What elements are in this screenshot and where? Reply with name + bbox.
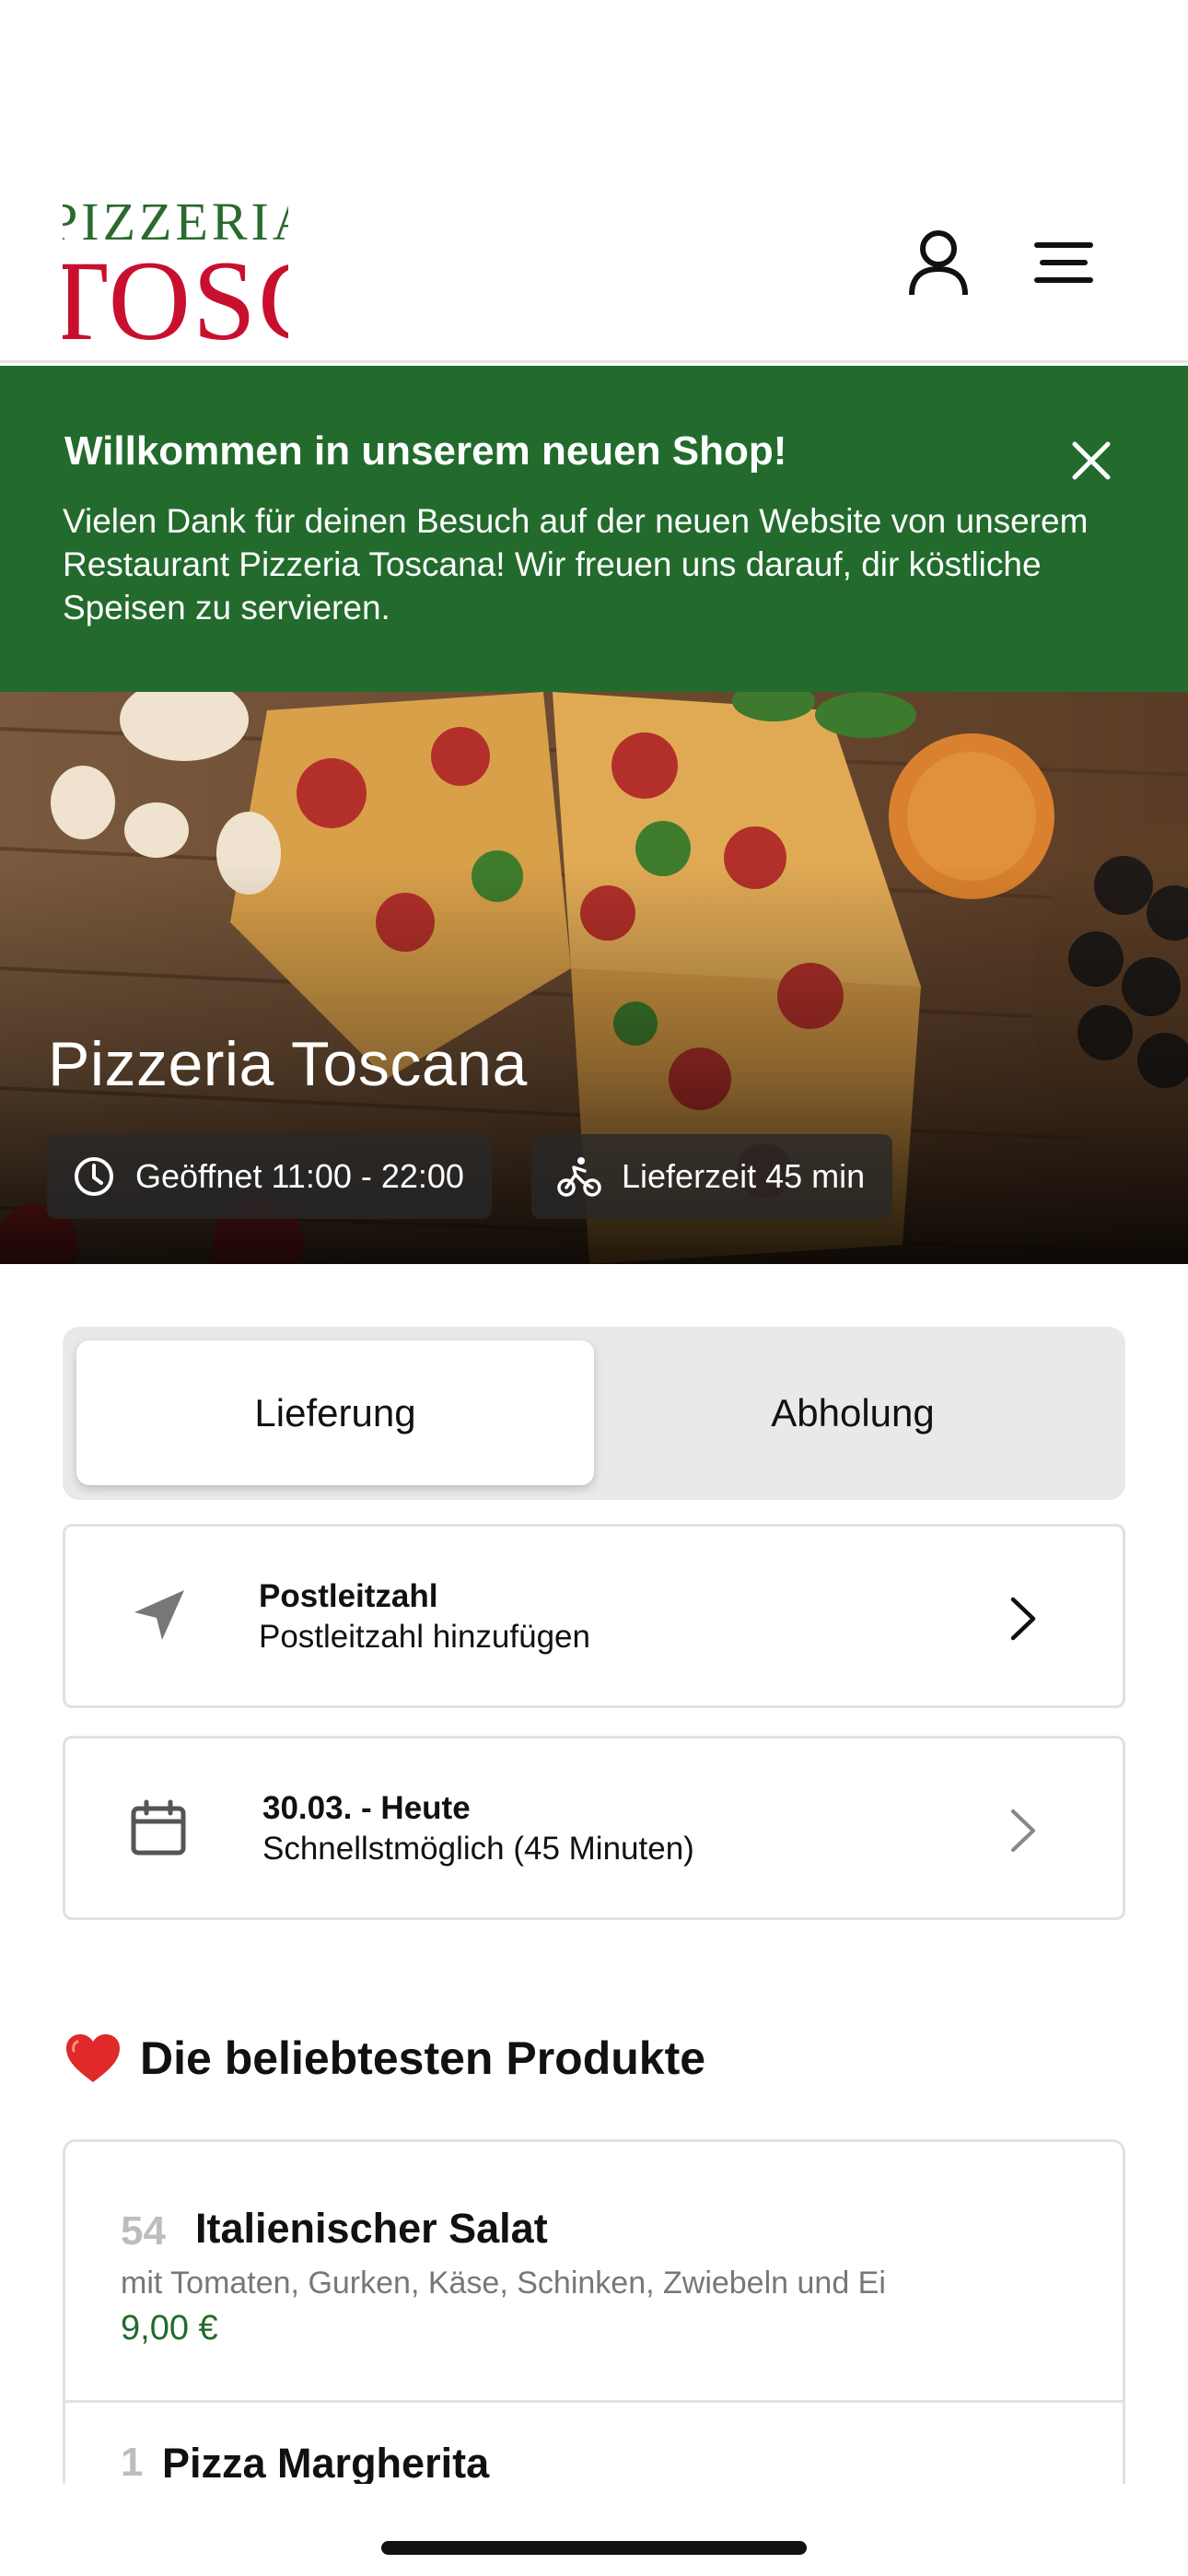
product-description: mit Tomaten, Gurken, Käse, Schinken, Zwi… [121,2266,886,2301]
user-icon [909,230,968,296]
product-price: 9,00 € [121,2309,218,2348]
postcode-selector[interactable]: Postleitzahl Postleitzahl hinzufügen [63,1524,1125,1708]
delivery-time-text: Lieferzeit 45 min [622,1157,866,1195]
postcode-subtitle: Postleitzahl hinzufügen [259,1619,590,1655]
menu-button[interactable] [1022,221,1105,304]
opening-hours-badge: Geöffnet 11:00 - 22:00 [47,1134,492,1219]
chevron-right-icon [996,1803,1051,1858]
welcome-banner: Willkommen in unserem neuen Shop! Vielen… [0,366,1188,692]
date-title: 30.03. - Heute [262,1790,471,1826]
banner-text: Vielen Dank für deinen Besuch auf der ne… [63,502,1089,626]
logo-bottom-text: TOSCANA [63,238,288,346]
date-subtitle: Schnellstmöglich (45 Minuten) [262,1831,694,1867]
hero-image: Pizzeria Toscana Geöffnet 11:00 - 22:00 … [0,692,1188,1264]
account-button[interactable] [897,221,980,304]
product-item[interactable]: 54 Italienischer Salat mit Tomaten, Gurk… [65,2142,1123,2403]
close-icon [1072,441,1111,480]
hamburger-menu-icon [1034,242,1093,283]
order-mode-toggle: Lieferung Abholung [63,1327,1125,1500]
product-number: 1 [121,2440,144,2485]
product-name: Pizza Margherita [162,2440,490,2487]
popular-products-title: Die beliebtesten Produkte [140,2032,706,2084]
popular-products-heading: Die beliebtesten Produkte [64,2032,705,2085]
restaurant-name: Pizzeria Toscana [48,1029,528,1099]
clock-icon [75,1157,113,1196]
calendar-icon [126,1796,191,1860]
tab-delivery[interactable]: Lieferung [76,1341,594,1485]
location-arrow-icon [126,1584,191,1648]
logo[interactable]: PIZZERIA TOSCANA [63,189,288,345]
product-number: 54 [121,2208,166,2254]
chevron-right-icon [996,1591,1051,1646]
site-header: PIZZERIA TOSCANA [0,0,1188,363]
postcode-title: Postleitzahl [259,1578,438,1614]
opening-hours-text: Geöffnet 11:00 - 22:00 [135,1157,464,1195]
banner-close-button[interactable] [1059,428,1124,493]
banner-title: Willkommen in unserem neuen Shop! [64,428,787,474]
delivery-time-badge: Lieferzeit 45 min [531,1134,893,1219]
heart-icon [66,2034,120,2082]
tab-pickup[interactable]: Abholung [594,1341,1112,1485]
bike-courier-icon [557,1157,601,1197]
product-name: Italienischer Salat [195,2205,548,2252]
bottom-safe-area [0,2484,1188,2576]
home-indicator[interactable] [381,2541,807,2555]
delivery-date-selector[interactable]: 30.03. - Heute Schnellstmöglich (45 Minu… [63,1736,1125,1920]
